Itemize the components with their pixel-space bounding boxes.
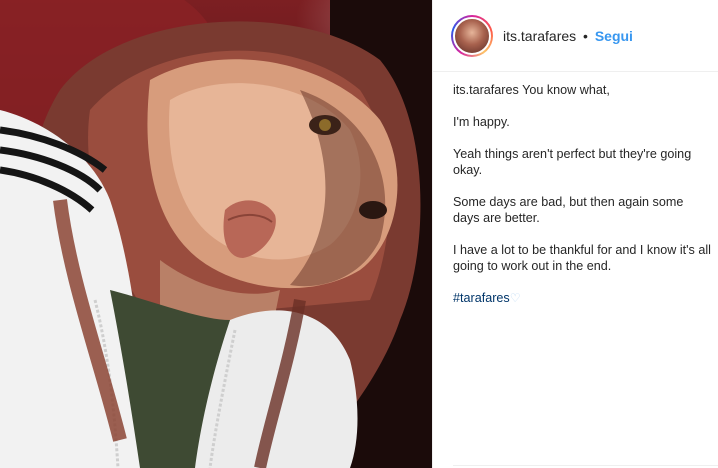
caption-paragraph: I have a lot to be thankful for and I kn… — [453, 243, 711, 273]
footer-divider — [453, 465, 718, 466]
selfie-illustration — [0, 0, 432, 468]
hashtag-link[interactable]: #tarafares — [453, 291, 510, 305]
caption-first-line: its.tarafares You know what, — [453, 82, 711, 98]
profile-avatar[interactable] — [451, 14, 493, 57]
post-side-panel: its.tarafares • Segui its.tarafares You … — [432, 0, 718, 468]
header-text: its.tarafares • Segui — [503, 28, 633, 44]
header-separator: • — [583, 27, 588, 44]
post-caption: its.tarafares You know what, I'm happy. … — [453, 82, 711, 322]
header-username-link[interactable]: its.tarafares — [503, 28, 576, 44]
avatar-image — [453, 16, 491, 55]
caption-first-text: You know what, — [522, 83, 610, 97]
post-photo[interactable] — [0, 0, 432, 468]
caption-paragraph: Yeah things aren't perfect but they're g… — [453, 147, 692, 177]
caption-paragraph: I'm happy. — [453, 115, 510, 129]
caption-hashtag-line: #tarafares♡ — [453, 290, 711, 306]
caption-username-link[interactable]: its.tarafares — [453, 83, 519, 97]
heart-emoji-icon: ♡ — [509, 291, 521, 305]
post-header: its.tarafares • Segui — [433, 0, 718, 72]
follow-button[interactable]: Segui — [595, 28, 633, 44]
caption-paragraph: Some days are bad, but then again some d… — [453, 195, 684, 225]
